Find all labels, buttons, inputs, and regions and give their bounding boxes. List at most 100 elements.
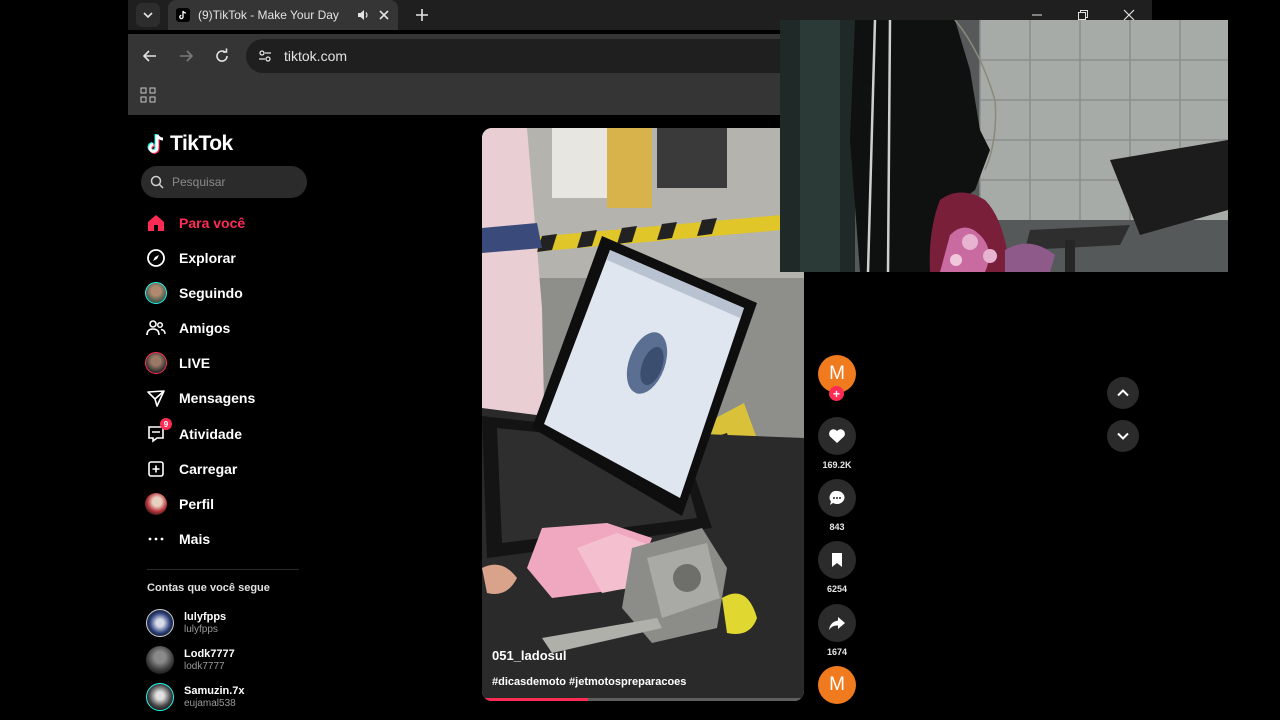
account-name: Lodk7777 bbox=[184, 647, 235, 660]
arrow-right-icon bbox=[180, 50, 194, 62]
like-circle bbox=[818, 417, 856, 455]
live-avatar-icon bbox=[145, 352, 167, 374]
nav-label: Mensagens bbox=[179, 390, 256, 406]
nav-item-live[interactable]: LIVE bbox=[145, 349, 210, 377]
webcam-overlay bbox=[780, 20, 1228, 272]
speaker-icon[interactable] bbox=[356, 8, 370, 22]
nav-item-para-voce[interactable]: Para você bbox=[145, 209, 245, 237]
tiktok-logo[interactable]: TikTok bbox=[147, 132, 233, 156]
sound-creator-button[interactable]: M bbox=[817, 666, 857, 704]
nav-label: Carregar bbox=[179, 461, 238, 477]
video-frame-image bbox=[482, 128, 804, 701]
following-account[interactable]: Lodk7777 lodk7777 bbox=[146, 646, 235, 674]
account-name: Samuzin.7x bbox=[184, 684, 245, 697]
account-handle: eujamal538 bbox=[184, 697, 236, 709]
nav-item-atividade[interactable]: 9 Atividade bbox=[145, 418, 243, 448]
messages-icon bbox=[145, 387, 167, 409]
friends-icon bbox=[145, 317, 167, 339]
comment-icon bbox=[829, 490, 845, 505]
nav-label: Seguindo bbox=[179, 285, 243, 301]
following-section-title: Contas que você segue bbox=[147, 582, 270, 594]
creator-avatar-button[interactable]: M + bbox=[817, 355, 857, 401]
browser-tab[interactable]: (9)TikTok - Make Your Day bbox=[168, 0, 398, 30]
minimize-icon bbox=[1032, 14, 1042, 16]
video-author[interactable]: 051_ladosul bbox=[492, 648, 566, 663]
nav-item-carregar[interactable]: Carregar bbox=[145, 455, 237, 483]
notification-badge: 9 bbox=[160, 418, 172, 430]
nav-label: Mais bbox=[179, 531, 211, 547]
avatar bbox=[146, 683, 174, 711]
video-progress-fill bbox=[482, 698, 589, 701]
nav-item-mais[interactable]: Mais bbox=[145, 525, 210, 553]
reload-button[interactable] bbox=[210, 44, 234, 68]
apps-grid-icon[interactable] bbox=[140, 87, 156, 103]
chevron-down-icon bbox=[1117, 432, 1129, 440]
save-button[interactable]: 6254 bbox=[817, 541, 857, 594]
nav-label: LIVE bbox=[179, 355, 211, 371]
save-count: 6254 bbox=[826, 584, 848, 594]
chevron-down-icon bbox=[143, 12, 153, 19]
video-progress-bar[interactable] bbox=[482, 698, 804, 701]
share-button[interactable]: 1674 bbox=[817, 604, 857, 657]
arrow-left-icon bbox=[142, 50, 156, 62]
tiktok-note-icon bbox=[147, 134, 164, 154]
sound-creator-avatar: M bbox=[818, 666, 856, 704]
nav-item-amigos[interactable]: Amigos bbox=[145, 314, 230, 342]
chevron-up-icon bbox=[1117, 389, 1129, 397]
back-button[interactable] bbox=[138, 44, 162, 68]
nav-label: Explorar bbox=[179, 250, 236, 266]
reload-icon bbox=[216, 48, 228, 62]
avatar bbox=[146, 646, 174, 674]
search-box[interactable] bbox=[141, 166, 307, 198]
activity-icon: 9 bbox=[145, 418, 172, 445]
avatar bbox=[146, 609, 174, 637]
nav-label: Perfil bbox=[179, 496, 215, 512]
share-circle bbox=[818, 604, 856, 642]
nav-item-seguindo[interactable]: Seguindo bbox=[145, 279, 243, 307]
save-circle bbox=[818, 541, 856, 579]
upload-icon bbox=[145, 458, 167, 480]
tiktok-favicon-icon bbox=[176, 8, 190, 22]
plus-icon bbox=[416, 9, 428, 21]
comment-button[interactable]: 843 bbox=[817, 479, 857, 532]
forward-button[interactable] bbox=[174, 44, 198, 68]
heart-icon bbox=[829, 429, 845, 443]
following-account[interactable]: lulyfpps lulyfpps bbox=[146, 609, 226, 637]
home-icon bbox=[145, 212, 167, 234]
profile-avatar-icon bbox=[145, 493, 167, 515]
search-input[interactable] bbox=[172, 175, 292, 189]
new-tab-button[interactable] bbox=[410, 3, 434, 27]
site-settings-icon[interactable] bbox=[258, 49, 272, 63]
comment-circle bbox=[818, 479, 856, 517]
url-text: tiktok.com bbox=[284, 48, 348, 64]
next-video-button[interactable] bbox=[1107, 420, 1139, 452]
comment-count: 843 bbox=[829, 522, 845, 532]
nav-item-mensagens[interactable]: Mensagens bbox=[145, 384, 255, 412]
logo-text: TikTok bbox=[170, 132, 233, 155]
tab-title: (9)TikTok - Make Your Day bbox=[198, 8, 339, 22]
close-tab-icon[interactable] bbox=[378, 9, 390, 21]
video-hashtags[interactable]: #dicasdemoto #jetmotospreparacoes bbox=[492, 676, 686, 688]
nav-item-perfil[interactable]: Perfil bbox=[145, 490, 214, 518]
account-handle: lodk7777 bbox=[184, 660, 225, 672]
bookmark-icon bbox=[832, 553, 842, 567]
restore-icon bbox=[1078, 10, 1088, 20]
nav-label: Atividade bbox=[179, 426, 243, 442]
tab-search-button[interactable] bbox=[136, 3, 160, 27]
search-icon bbox=[150, 175, 164, 189]
previous-video-button[interactable] bbox=[1107, 377, 1139, 409]
following-account[interactable]: Samuzin.7x eujamal538 bbox=[146, 683, 245, 711]
share-count: 1674 bbox=[826, 647, 848, 657]
video-player[interactable]: 051_ladosul #dicasdemoto #jetmotosprepar… bbox=[482, 128, 804, 701]
more-icon bbox=[145, 528, 167, 550]
webcam-image bbox=[780, 20, 1228, 272]
address-bar[interactable]: tiktok.com bbox=[246, 39, 806, 73]
following-avatar-icon bbox=[145, 282, 167, 304]
like-button[interactable]: 169.2K bbox=[817, 417, 857, 470]
compass-icon bbox=[145, 247, 167, 269]
account-name: lulyfpps bbox=[184, 610, 227, 623]
follow-plus-icon[interactable]: + bbox=[829, 386, 844, 401]
sidebar: TikTok Para você Explorar Seguindo Amigo… bbox=[128, 115, 318, 720]
account-handle: lulyfpps bbox=[184, 623, 218, 635]
nav-item-explorar[interactable]: Explorar bbox=[145, 244, 236, 272]
